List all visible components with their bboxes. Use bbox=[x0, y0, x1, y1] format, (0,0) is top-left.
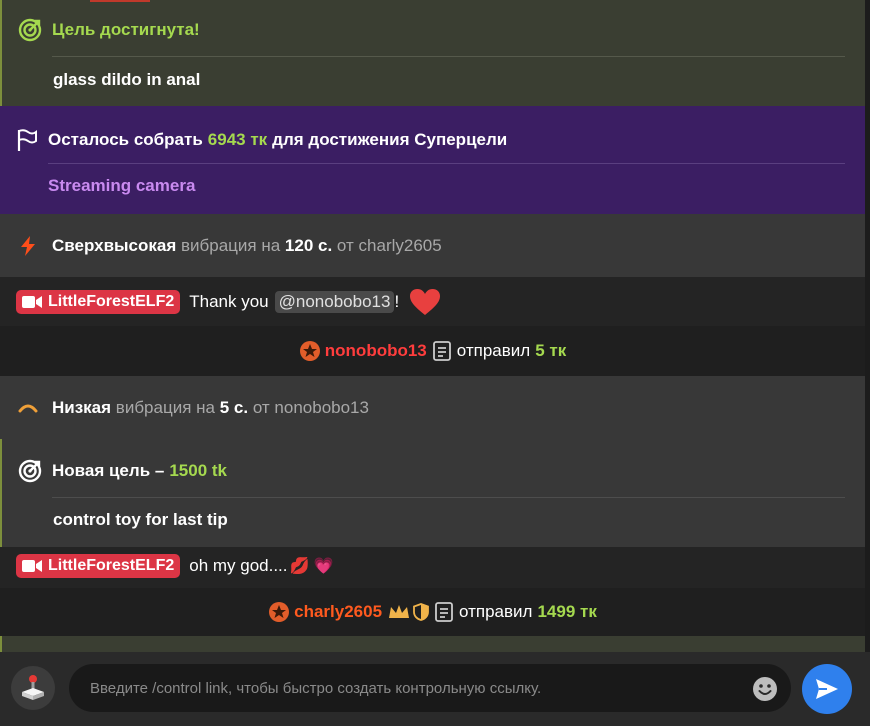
document-icon bbox=[432, 341, 451, 361]
target-icon bbox=[18, 18, 42, 42]
send-button[interactable] bbox=[802, 664, 852, 714]
goal-card-partial bbox=[0, 636, 865, 652]
vibration-word: вибрация на bbox=[181, 236, 281, 255]
supergoal-item: Streaming camera bbox=[48, 176, 196, 195]
divider bbox=[52, 56, 845, 57]
user-mention[interactable]: @nonobobo13 bbox=[274, 291, 395, 313]
model-badge[interactable]: LittleForestELF2 bbox=[16, 290, 181, 314]
message-text: oh my god.... bbox=[189, 556, 288, 575]
new-goal-amount: 1500 tk bbox=[169, 461, 227, 480]
toy-control-button[interactable] bbox=[11, 666, 55, 710]
flag-icon bbox=[16, 128, 38, 152]
smiley-icon bbox=[753, 677, 777, 701]
tip-amount: 5 тк bbox=[535, 341, 567, 360]
target-icon bbox=[18, 459, 42, 483]
goal-description: control toy for last tip bbox=[53, 510, 228, 529]
chat-message: LittleForestELF2 Thank you @nonobobo13 ! bbox=[0, 277, 865, 326]
vibration-user: charly2605 bbox=[358, 236, 442, 255]
joystick-icon bbox=[22, 675, 44, 700]
goal-reached-title: Цель достигнута! bbox=[52, 20, 200, 39]
tipper-name[interactable]: nonobobo13 bbox=[325, 341, 427, 361]
vibration-duration: 120 с. bbox=[284, 236, 333, 255]
heart-icon bbox=[409, 288, 441, 316]
vibration-user: nonobobo13 bbox=[274, 398, 369, 417]
chat-message: LittleForestELF2 oh my god.... 💋 💗 bbox=[0, 547, 865, 588]
lightning-icon bbox=[18, 235, 38, 257]
vibration-level: Низкая bbox=[52, 398, 112, 417]
scrollbar[interactable] bbox=[865, 0, 870, 652]
tip-verb: отправил bbox=[456, 341, 531, 360]
crown-icon bbox=[388, 604, 410, 620]
goal-description: glass dildo in anal bbox=[53, 70, 201, 89]
new-goal-title: Новая цель – bbox=[52, 461, 165, 480]
emoji-button[interactable] bbox=[752, 676, 778, 702]
chat-input[interactable] bbox=[69, 664, 791, 712]
supergoal-amount: 6943 тк bbox=[207, 130, 268, 149]
chat-feed: Цель достигнута! glass dildo in anal Ост… bbox=[0, 0, 865, 652]
message-text-end: ! bbox=[394, 292, 400, 311]
document-icon bbox=[435, 602, 453, 622]
divider bbox=[48, 163, 845, 164]
camera-icon bbox=[22, 560, 42, 572]
supergoal-suffix: для достижения Суперцели bbox=[272, 130, 508, 149]
tipper-name[interactable]: charly2605 bbox=[294, 602, 382, 622]
camera-icon bbox=[22, 296, 42, 308]
star-badge-icon bbox=[299, 340, 321, 362]
low-vibration-icon bbox=[18, 397, 38, 419]
message-emojis: 💋 💗 bbox=[289, 558, 334, 575]
tip-verb: отправил bbox=[459, 602, 533, 621]
tip-amount: 1499 тк bbox=[537, 602, 597, 621]
message-username: LittleForestELF2 bbox=[48, 557, 175, 574]
top-indicator bbox=[90, 0, 150, 2]
new-goal-card: Новая цель – 1500 tk control toy for las… bbox=[0, 439, 865, 547]
shield-icon bbox=[413, 603, 429, 621]
model-badge[interactable]: LittleForestELF2 bbox=[16, 554, 181, 578]
message-username: LittleForestELF2 bbox=[48, 293, 175, 310]
vibration-notice: Низкая вибрация на 5 с. от nonobobo13 bbox=[0, 376, 865, 439]
vibration-notice: Сверхвысокая вибрация на 120 с. от charl… bbox=[0, 214, 865, 277]
star-badge-icon bbox=[268, 601, 290, 623]
supergoal-prefix: Осталось собрать bbox=[48, 130, 203, 149]
tip-notice: nonobobo13 отправил 5 тк bbox=[0, 326, 865, 376]
send-icon bbox=[816, 679, 838, 699]
tip-notice: charly2605 отправил 1499 тк bbox=[0, 588, 865, 636]
message-text: Thank you bbox=[189, 292, 269, 311]
vibration-from: от bbox=[336, 236, 354, 255]
divider bbox=[52, 497, 845, 498]
supergoal-card: Осталось собрать 6943 тк для достижения … bbox=[0, 106, 865, 214]
goal-reached-card: Цель достигнута! glass dildo in anal bbox=[0, 0, 865, 106]
vibration-from: от bbox=[252, 398, 270, 417]
vibration-word: вибрация на bbox=[115, 398, 215, 417]
vibration-duration: 5 с. bbox=[219, 398, 249, 417]
vibration-level: Сверхвысокая bbox=[52, 236, 177, 255]
